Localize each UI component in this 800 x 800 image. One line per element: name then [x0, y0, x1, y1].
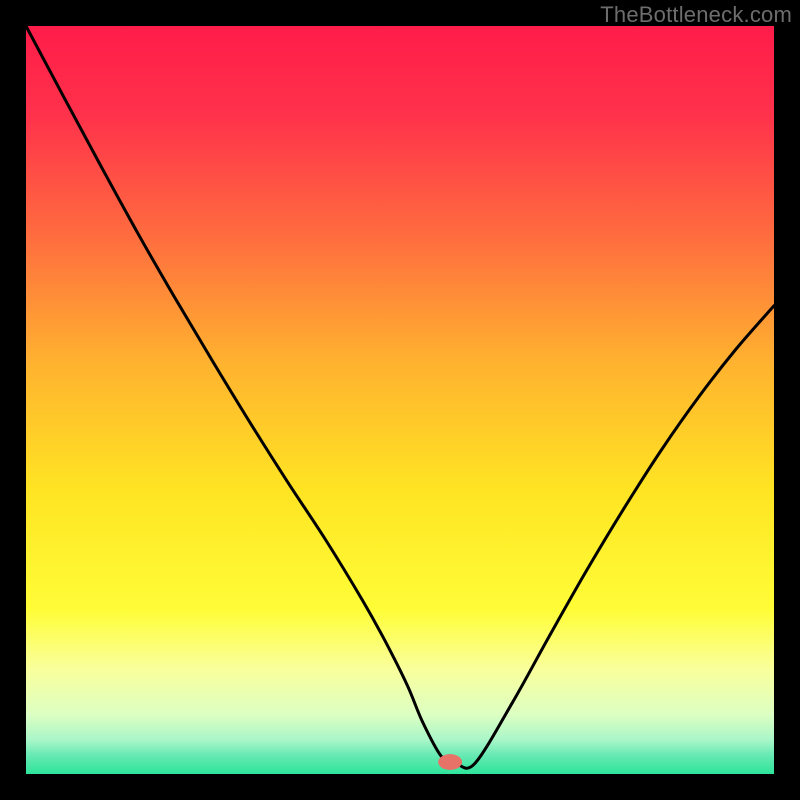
watermark-text: TheBottleneck.com: [600, 2, 792, 28]
chart-svg: [26, 26, 774, 774]
gradient-background: [26, 26, 774, 774]
chart-frame: TheBottleneck.com: [0, 0, 800, 800]
plot-area: [26, 26, 774, 774]
optimum-marker: [438, 754, 462, 770]
